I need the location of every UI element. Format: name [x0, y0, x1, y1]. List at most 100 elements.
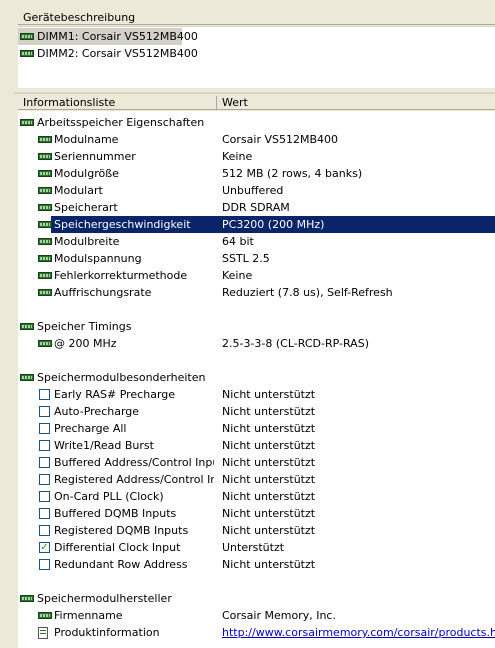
field-value: Nicht unterstützt — [222, 507, 316, 520]
section-title: Arbeitsspeicher Eigenschaften — [37, 116, 205, 129]
device-item-label: DIMM2: Corsair VS512MB400 — [37, 47, 198, 60]
checkbox[interactable] — [39, 491, 50, 502]
section-title: Speichermodulbesonderheiten — [37, 371, 206, 384]
field-value: Corsair Memory, Inc. — [222, 609, 336, 622]
field-label: @ 200 MHz — [54, 337, 117, 350]
checkbox[interactable] — [39, 525, 50, 536]
field-value: Keine — [222, 150, 253, 163]
list-item[interactable]: @ 200 MHz 2.5-3-3-8 (CL-RCD-RP-RAS) — [18, 335, 495, 352]
field-label: Auffrischungsrate — [54, 286, 152, 299]
field-value: Nicht unterstützt — [222, 524, 316, 537]
memory-module-icon — [38, 255, 52, 262]
memory-module-icon — [38, 170, 52, 177]
list-item[interactable]: Modulname Corsair VS512MB400 — [18, 131, 495, 148]
list-item[interactable]: Modulspannung SSTL 2.5 — [18, 250, 495, 267]
field-value: Nicht unterstützt — [222, 473, 316, 486]
list-item[interactable]: Registered Address/Control In... Nicht u… — [18, 471, 495, 488]
section-header-features[interactable]: Speichermodulbesonderheiten — [18, 369, 495, 386]
memory-module-icon — [38, 153, 52, 160]
list-item[interactable]: On-Card PLL (Clock) Nicht unterstützt — [18, 488, 495, 505]
memory-module-icon — [20, 595, 34, 602]
field-value: Unbuffered — [222, 184, 284, 197]
list-item[interactable]: Buffered DQMB Inputs Nicht unterstützt — [18, 505, 495, 522]
list-item[interactable]: Auto-Precharge Nicht unterstützt — [18, 403, 495, 420]
window-left-edge — [0, 0, 14, 648]
field-value: Nicht unterstützt — [222, 422, 316, 435]
field-value: Nicht unterstützt — [222, 456, 316, 469]
memory-module-icon — [38, 238, 52, 245]
list-item[interactable]: Auffrischungsrate Reduziert (7.8 us), Se… — [18, 284, 495, 301]
panel-splitter[interactable] — [14, 92, 495, 94]
field-label: Modulspannung — [54, 252, 142, 265]
field-label: Precharge All — [54, 422, 127, 435]
memory-module-icon — [38, 612, 52, 619]
field-label: Modulbreite — [54, 235, 120, 248]
list-item[interactable]: Registered DQMB Inputs Nicht unterstützt — [18, 522, 495, 539]
list-item-selected[interactable]: Speichergeschwindigkeit PC3200 (200 MHz) — [18, 216, 495, 233]
field-label: Firmenname — [54, 609, 123, 622]
device-item-label: DIMM1: Corsair VS512MB400 — [37, 30, 198, 43]
field-label: On-Card PLL (Clock) — [54, 490, 164, 503]
memory-module-icon — [38, 272, 52, 279]
checkbox-checked[interactable]: ✓ — [39, 542, 50, 553]
checkbox[interactable] — [39, 508, 50, 519]
field-label: Redundant Row Address — [54, 558, 188, 571]
field-label: Fehlerkorrekturmethode — [54, 269, 188, 282]
memory-module-icon — [20, 33, 34, 40]
list-item[interactable]: Modulbreite 64 bit — [18, 233, 495, 250]
field-value: SSTL 2.5 — [222, 252, 270, 265]
field-value: 2.5-3-3-8 (CL-RCD-RP-RAS) — [222, 337, 369, 350]
field-value: Nicht unterstützt — [222, 490, 316, 503]
list-item[interactable]: Firmenname Corsair Memory, Inc. — [18, 607, 495, 624]
checkbox[interactable] — [39, 406, 50, 417]
memory-module-icon — [38, 204, 52, 211]
field-value: Nicht unterstützt — [222, 439, 316, 452]
checkbox[interactable] — [39, 389, 50, 400]
checkbox[interactable] — [39, 457, 50, 468]
memory-module-icon — [38, 221, 52, 228]
section-title: Speicher Timings — [37, 320, 132, 333]
field-label: Early RAS# Precharge — [54, 388, 176, 401]
field-label: Buffered DQMB Inputs — [54, 507, 177, 520]
checkbox[interactable] — [39, 474, 50, 485]
list-item[interactable]: Buffered Address/Control Inputs Nicht un… — [18, 454, 495, 471]
list-item[interactable]: Precharge All Nicht unterstützt — [18, 420, 495, 437]
list-item[interactable]: Write1/Read Burst Nicht unterstützt — [18, 437, 495, 454]
list-item[interactable]: Modulart Unbuffered — [18, 182, 495, 199]
field-label: Speichergeschwindigkeit — [54, 218, 191, 231]
checkbox[interactable] — [39, 440, 50, 451]
field-value: 512 MB (2 rows, 4 banks) — [222, 167, 363, 180]
product-info-link[interactable]: http://www.corsairmemory.com/corsair/pro… — [222, 624, 495, 641]
field-label: Seriennummer — [54, 150, 136, 163]
field-value: Corsair VS512MB400 — [222, 133, 339, 146]
memory-module-icon — [20, 323, 34, 330]
section-title: Speichermodulhersteller — [37, 592, 172, 605]
column-header-value[interactable]: Wert — [217, 96, 495, 110]
section-header-properties[interactable]: Arbeitsspeicher Eigenschaften — [18, 114, 495, 131]
list-item[interactable]: Produktinformation http://www.corsairmem… — [18, 624, 495, 641]
field-label: Differential Clock Input — [54, 541, 181, 554]
section-header-timings[interactable]: Speicher Timings — [18, 318, 495, 335]
column-header-field[interactable]: Informationsliste — [18, 96, 216, 110]
device-item-dimm2[interactable]: DIMM2: Corsair VS512MB400 — [18, 45, 218, 62]
field-label: Modulname — [54, 133, 119, 146]
list-item[interactable]: Redundant Row Address Nicht unterstützt — [18, 556, 495, 573]
field-value: 64 bit — [222, 235, 254, 248]
checkbox[interactable] — [39, 423, 50, 434]
list-item[interactable]: Modulgröße 512 MB (2 rows, 4 banks) — [18, 165, 495, 182]
field-value: Unterstützt — [222, 541, 285, 554]
memory-module-icon — [38, 187, 52, 194]
list-item[interactable]: Speicherart DDR SDRAM — [18, 199, 495, 216]
device-list-header[interactable]: Gerätebeschreibung — [18, 11, 495, 25]
memory-module-icon — [20, 374, 34, 381]
list-item[interactable]: Seriennummer Keine — [18, 148, 495, 165]
list-item[interactable]: ✓ Differential Clock Input Unterstützt — [18, 539, 495, 556]
checkbox[interactable] — [39, 559, 50, 570]
device-item-dimm1[interactable]: DIMM1: Corsair VS512MB400 — [18, 28, 198, 45]
field-value: Nicht unterstützt — [222, 388, 316, 401]
list-item[interactable]: Fehlerkorrekturmethode Keine — [18, 267, 495, 284]
section-header-manufacturer[interactable]: Speichermodulhersteller — [18, 590, 495, 607]
field-value: Keine — [222, 269, 253, 282]
list-item[interactable]: Early RAS# Precharge Nicht unterstützt — [18, 386, 495, 403]
field-value: PC3200 (200 MHz) — [222, 218, 325, 231]
